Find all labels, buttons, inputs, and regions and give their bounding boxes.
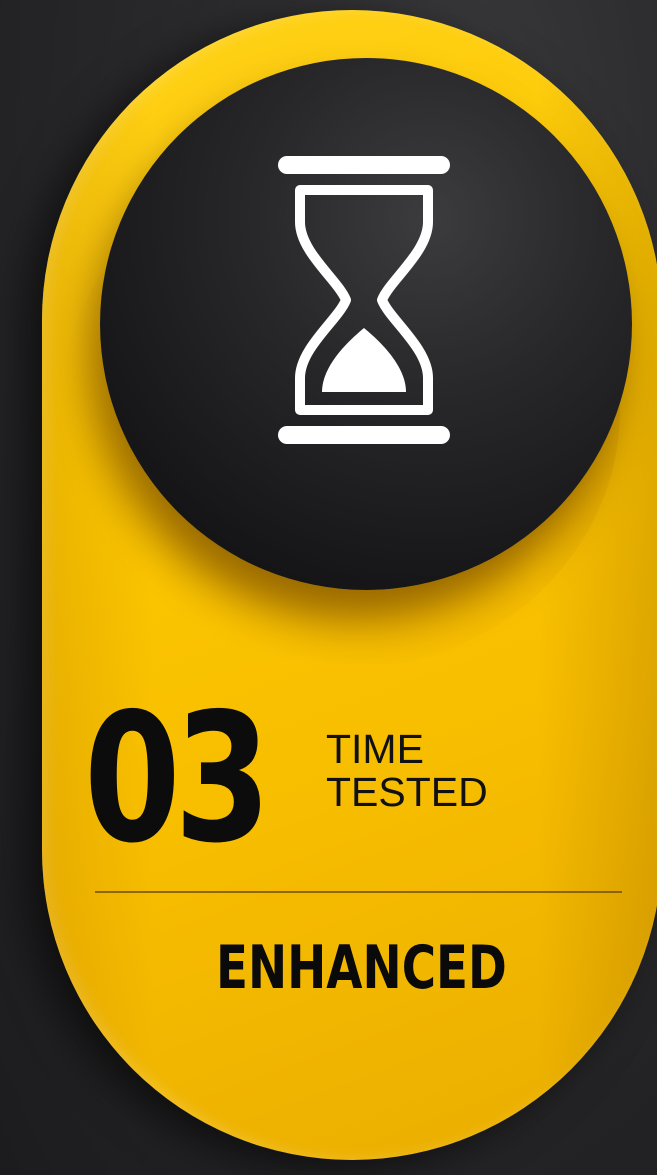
divider-line — [95, 891, 622, 893]
caption-line-tested: TESTED — [326, 769, 488, 816]
step-caption: TIME TESTED — [326, 726, 488, 816]
hourglass-icon — [278, 156, 450, 444]
caption-line-time: TIME — [326, 726, 424, 772]
tagline: ENHANCED — [216, 933, 507, 1003]
step-number: 03 — [84, 675, 271, 882]
